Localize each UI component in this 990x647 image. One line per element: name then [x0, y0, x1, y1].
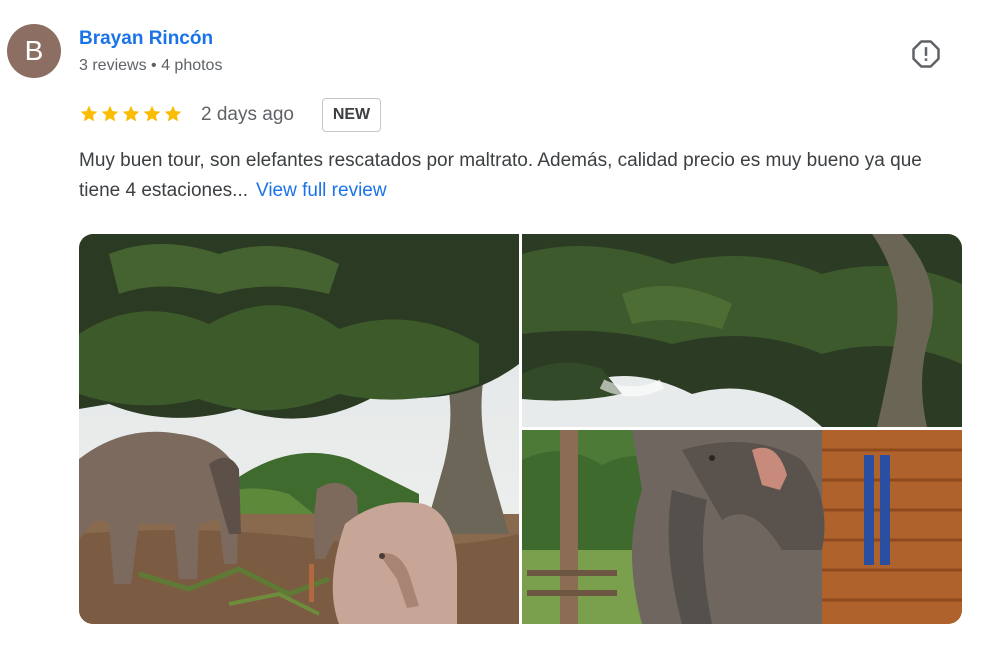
star-rating — [79, 104, 183, 124]
photo-elephant-by-house — [522, 430, 962, 624]
star-icon — [122, 105, 140, 122]
review-text: Muy buen tour, son elefantes rescatados … — [79, 146, 939, 206]
review-date: 2 days ago — [201, 104, 294, 125]
star-icon — [80, 105, 98, 122]
author-meta: 3 reviews • 4 photos — [79, 57, 223, 74]
star-icon — [143, 105, 161, 122]
review-body: Muy buen tour, son elefantes rescatados … — [79, 150, 922, 201]
new-badge: NEW — [322, 98, 381, 132]
view-full-review-link[interactable]: View full review — [256, 180, 387, 201]
report-review-button[interactable] — [908, 36, 944, 72]
review-photo-1[interactable] — [79, 234, 519, 624]
report-flag-icon — [912, 40, 940, 68]
star-icon — [164, 105, 182, 122]
avatar[interactable]: B — [7, 24, 61, 78]
review-photo-2[interactable] — [522, 234, 962, 427]
star-icon — [101, 105, 119, 122]
review-photo-3[interactable] — [522, 430, 962, 624]
author-name[interactable]: Brayan Rincón — [79, 28, 213, 50]
photo-tree-canopy — [522, 234, 962, 427]
photo-elephants-under-tree — [79, 234, 519, 624]
